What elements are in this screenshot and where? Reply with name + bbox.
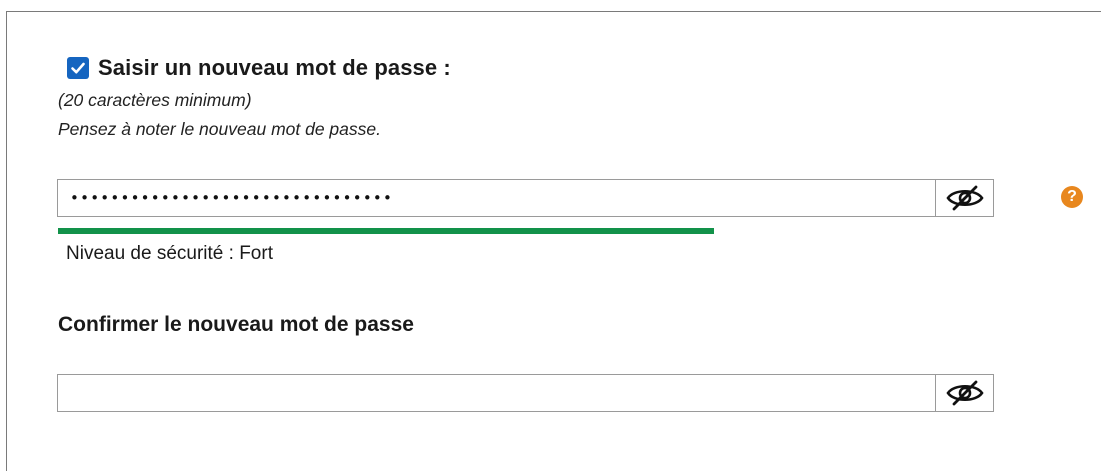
new-password-field: •••••••••••••••••••••••••••••••• <box>57 179 994 217</box>
eye-slash-icon <box>945 185 984 211</box>
new-password-input[interactable] <box>58 180 935 216</box>
question-circle-icon[interactable]: ? <box>1061 186 1083 208</box>
strength-meter <box>58 228 714 234</box>
confirm-password-input[interactable] <box>58 375 935 411</box>
new-password-label: Saisir un nouveau mot de passe : <box>98 55 451 80</box>
confirm-password-label: Confirmer le nouveau mot de passe <box>58 313 414 336</box>
checkmark-icon <box>71 62 85 74</box>
new-password-checkbox-row[interactable]: Saisir un nouveau mot de passe : <box>67 55 451 81</box>
show-confirm-password-toggle[interactable] <box>935 375 993 411</box>
new-password-checkbox[interactable] <box>67 57 89 79</box>
min-length-hint: (20 caractères minimum) <box>58 90 252 110</box>
strength-meter-fill <box>58 228 714 234</box>
note-password-hint: Pensez à noter le nouveau mot de passe. <box>58 119 381 139</box>
show-password-toggle[interactable] <box>935 180 993 216</box>
confirm-password-field <box>57 374 994 412</box>
strength-level-text: Niveau de sécurité : Fort <box>66 243 273 264</box>
eye-slash-icon <box>945 380 984 406</box>
